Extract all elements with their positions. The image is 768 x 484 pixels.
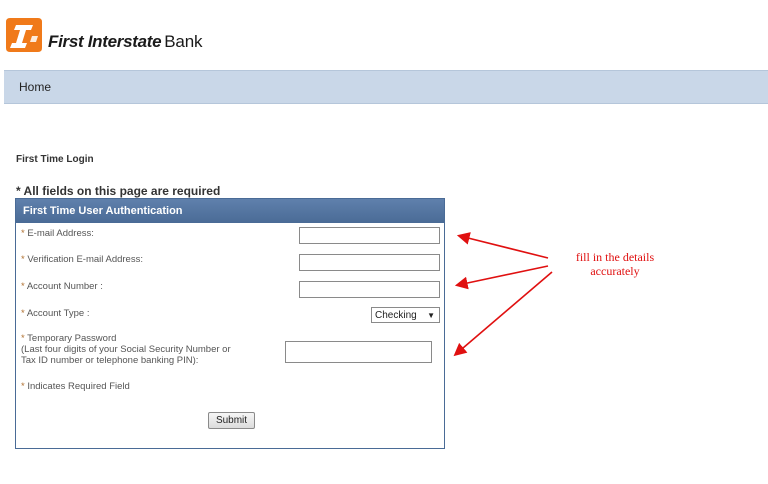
annotation-line1: fill in the details xyxy=(575,250,655,264)
annotation-text: fill in the details accurately xyxy=(540,250,690,278)
annotation-line2: accurately xyxy=(590,264,640,278)
annotation-arrows xyxy=(453,232,553,357)
arrow-to-account-number xyxy=(454,265,549,290)
arrow-to-temp-password xyxy=(453,271,553,357)
arrow-to-email xyxy=(456,232,549,259)
